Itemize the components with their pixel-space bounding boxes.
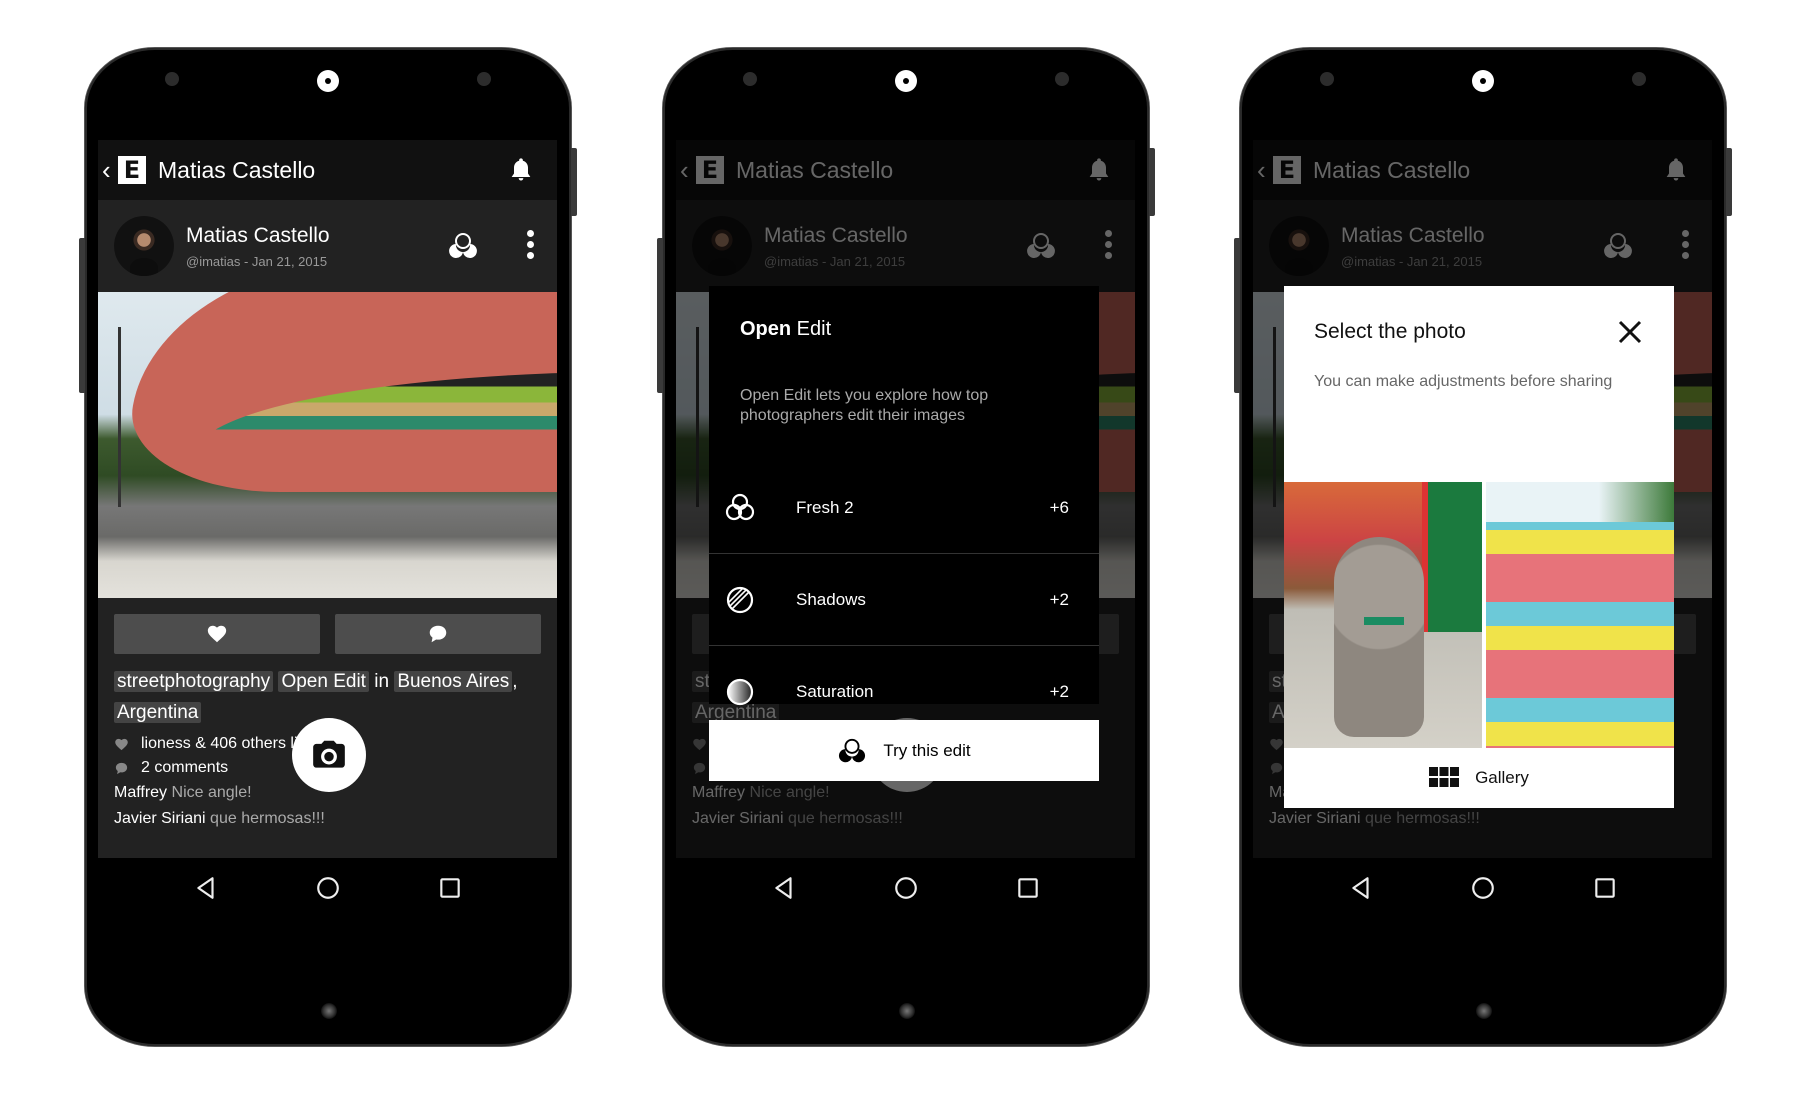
screen: ‹ E Matias Castello Matias Castello @ima…: [1253, 140, 1712, 858]
avatar[interactable]: [114, 216, 174, 276]
more-vert-icon[interactable]: [525, 230, 535, 262]
sensor-dot: [477, 72, 491, 86]
try-this-edit-button[interactable]: Try this edit: [709, 720, 1099, 781]
front-camera: [1472, 70, 1494, 92]
sensor-dot: [1320, 72, 1334, 86]
dialog-title: Select the photo: [1314, 320, 1466, 343]
system-nav-bar: [85, 858, 571, 918]
post-actions: [114, 614, 541, 654]
close-icon[interactable]: [1616, 318, 1644, 346]
square-recents-icon[interactable]: [437, 875, 463, 901]
comment-button[interactable]: [335, 614, 541, 654]
heart-icon: [206, 623, 228, 645]
front-camera: [895, 70, 917, 92]
comment-author[interactable]: Javier Siriani: [114, 810, 206, 827]
bell-icon[interactable]: [507, 156, 535, 184]
square-recents-icon[interactable]: [1015, 875, 1041, 901]
speech-bubble-icon: [114, 761, 129, 776]
tag-open-edit[interactable]: Open Edit: [278, 671, 369, 692]
phone-open-edit: ‹ E Matias Castello Matias Castello @ima…: [657, 48, 1155, 1046]
square-recents-icon[interactable]: [1592, 875, 1618, 901]
sensor-dot: [1055, 72, 1069, 86]
location-city[interactable]: Buenos Aires: [394, 671, 513, 692]
edit-step-value: +6: [1049, 497, 1069, 517]
comment-text: Nice angle!: [171, 784, 252, 801]
post-subtitle: @imatias - Jan 21, 2015: [186, 254, 328, 269]
location-joiner: in: [374, 671, 390, 692]
edit-step-list: Fresh 2 +6 Shadows +2 Saturation +2: [709, 462, 1099, 738]
speech-bubble-icon: [427, 623, 449, 645]
comment-text: que hermosas!!!: [210, 810, 325, 827]
filter-circles-icon: [725, 493, 755, 520]
camera-fab[interactable]: [292, 718, 366, 792]
circle-home-icon[interactable]: [1470, 875, 1496, 901]
post-header: Matias Castello @imatias - Jan 21, 2015: [98, 200, 557, 292]
open-edit-icon[interactable]: [447, 230, 479, 262]
app-bar-title: Matias Castello: [158, 156, 316, 183]
post-author[interactable]: Matias Castello: [186, 224, 330, 248]
dialog-title: Open Edit: [740, 318, 832, 340]
phone-feed: ‹ E Matias Castello Matias Castello @ima…: [79, 48, 577, 1046]
sensor-dot: [165, 72, 179, 86]
heart-icon: [114, 737, 129, 752]
chevron-left-icon[interactable]: ‹: [102, 157, 116, 183]
power-button: [1149, 148, 1155, 216]
photo-picker-grid: [1284, 482, 1674, 748]
notification-led: [1476, 1003, 1492, 1019]
screen: ‹ E Matias Castello Matias Castello @ima…: [98, 140, 557, 858]
post-photo[interactable]: [98, 292, 557, 598]
try-this-edit-label: Try this edit: [883, 740, 971, 760]
edit-step-value: +2: [1049, 681, 1069, 701]
triangle-back-icon[interactable]: [1348, 875, 1374, 901]
app-logo[interactable]: E: [118, 156, 146, 184]
edit-step-label: Shadows: [796, 589, 866, 609]
edit-step-label: Fresh 2: [796, 497, 854, 517]
phone-select-photo: ‹ E Matias Castello Matias Castello @ima…: [1234, 48, 1732, 1046]
volume-button: [79, 238, 85, 393]
like-button[interactable]: [114, 614, 320, 654]
system-nav-bar: [663, 858, 1149, 918]
volume-button: [1234, 238, 1240, 393]
comment-author[interactable]: Maffrey: [114, 784, 167, 801]
comment-item: Maffrey Nice angle!: [114, 780, 325, 806]
notification-led: [321, 1003, 337, 1019]
camera-icon: [310, 736, 348, 774]
circle-home-icon[interactable]: [315, 875, 341, 901]
triangle-back-icon[interactable]: [771, 875, 797, 901]
comments-count[interactable]: 2 comments: [141, 759, 228, 777]
dialog-description: Open Edit lets you explore how top photo…: [740, 387, 989, 424]
open-edit-dialog: Open Edit Open Edit lets you explore how…: [709, 286, 1099, 738]
grid-icon: [1429, 767, 1460, 787]
stadium-seats-photo[interactable]: [1486, 482, 1674, 748]
sensor-dot: [743, 72, 757, 86]
edit-step-label: Saturation: [796, 681, 874, 701]
triangle-back-icon[interactable]: [193, 875, 219, 901]
power-button: [571, 148, 577, 216]
gallery-button[interactable]: Gallery: [1284, 748, 1674, 808]
front-camera: [317, 70, 339, 92]
poodle-photo[interactable]: [1284, 482, 1482, 748]
system-nav-bar: [1240, 858, 1726, 918]
notification-led: [899, 1003, 915, 1019]
circle-home-icon[interactable]: [893, 875, 919, 901]
edit-step-fresh[interactable]: Fresh 2 +6: [709, 462, 1099, 554]
tag-streetphotography[interactable]: streetphotography: [114, 671, 274, 692]
location-country[interactable]: Argentina: [114, 702, 202, 723]
saturation-icon: [726, 678, 754, 705]
shadows-icon: [726, 586, 754, 613]
screen: ‹ E Matias Castello Matias Castello @ima…: [676, 140, 1135, 858]
comment-item: Javier Siriani que hermosas!!!: [114, 806, 325, 832]
gallery-label: Gallery: [1475, 768, 1529, 787]
app-bar: ‹ E Matias Castello: [98, 140, 557, 200]
volume-button: [657, 238, 663, 393]
comment-list: Maffrey Nice angle! Javier Siriani que h…: [114, 780, 325, 832]
location-separator: ,: [512, 671, 518, 692]
edit-step-value: +2: [1049, 589, 1069, 609]
open-edit-icon: [837, 736, 867, 766]
edit-step-shadows[interactable]: Shadows +2: [709, 554, 1099, 646]
sensor-dot: [1632, 72, 1646, 86]
select-photo-dialog: Select the photo You can make adjustment…: [1284, 286, 1674, 482]
dialog-subtitle: You can make adjustments before sharing: [1314, 373, 1613, 390]
power-button: [1726, 148, 1732, 216]
